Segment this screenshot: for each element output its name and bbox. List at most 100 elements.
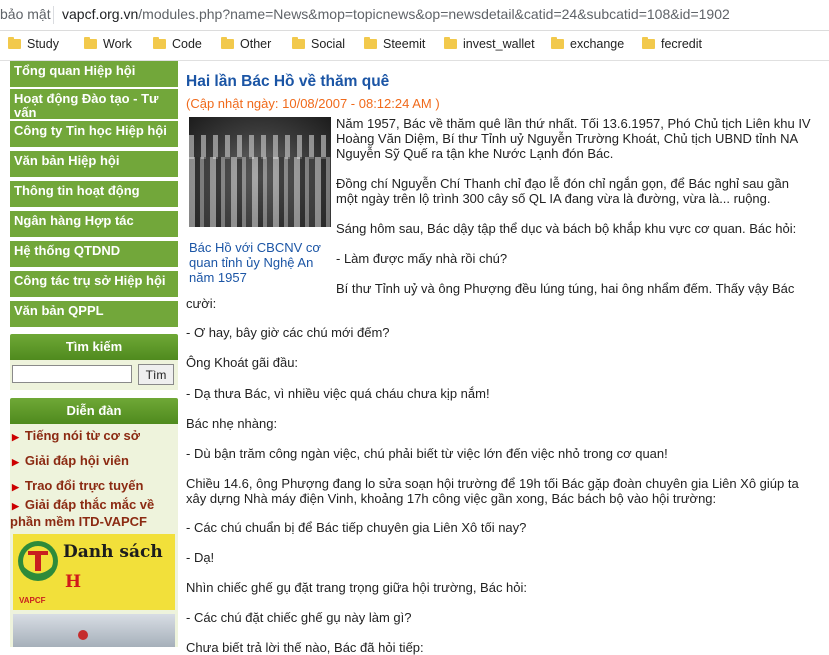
menu-item-label: Văn bản Hiệp hội xyxy=(14,153,120,168)
address-bar[interactable]: bảo mật vapcf.org.vn/modules.php?name=Ne… xyxy=(0,0,829,31)
folder-icon xyxy=(292,37,305,49)
photo-crowd xyxy=(189,157,331,227)
search-button[interactable]: Tìm xyxy=(138,364,174,385)
paragraph-line: Bí thư Tỉnh uỷ và ông Phượng đều lúng tú… xyxy=(336,281,795,296)
paragraph-line: - Các chú đặt chiếc ghế gụ này làm gì? xyxy=(186,610,412,625)
paragraph: cười: xyxy=(186,296,216,311)
url-text[interactable]: vapcf.org.vn/modules.php?name=News&mop=t… xyxy=(62,6,730,22)
paragraph-line: xây dựng Nhà máy điện Vinh, khoảng 17h c… xyxy=(186,491,717,506)
paragraph-line: một ngày trên lộ trình 300 cây số QL IA … xyxy=(336,191,771,206)
paragraph: Bí thư Tỉnh uỷ và ông Phượng đều lúng tú… xyxy=(336,281,794,296)
paragraph-line: Năm 1957, Bác về thăm quê lần thứ nhất. … xyxy=(336,116,811,131)
menu-item-van-ban-hiep-hoi[interactable]: Văn bản Hiệp hội xyxy=(10,151,178,179)
folder-icon xyxy=(8,37,21,49)
bullet-icon: ▶ xyxy=(12,482,19,492)
forum-link-label: Tiếng nói từ cơ sở xyxy=(24,428,140,443)
menu-item-thong-tin[interactable]: Thông tin hoạt động xyxy=(10,181,178,209)
bookmark-label: invest_wallet xyxy=(463,37,535,51)
menu-item-label: Công ty Tin học Hiệp hội xyxy=(14,123,167,138)
paragraph: Năm 1957, Bác về thăm quê lần thứ nhất. … xyxy=(336,116,811,161)
paragraph-line: Ông Khoát gãi đầu: xyxy=(186,355,299,370)
paragraph-line: Nhìn chiếc ghế gụ đặt trang trọng giữa h… xyxy=(186,580,528,595)
forum-link-giai-dap[interactable]: ▶ Giải đáp hội viên xyxy=(12,453,129,470)
menu-item-dao-tao[interactable]: Hoạt động Đào tạo - Tư vấn xyxy=(10,89,178,121)
folder-icon xyxy=(153,37,166,49)
forum-link-label: Giải đáp hội viên xyxy=(24,453,129,468)
search-box-title: Tìm kiếm xyxy=(10,334,178,360)
bookmark-label: Study xyxy=(27,37,59,51)
forum-link-phan-mem[interactable]: ▶ Giải đáp thắc mắc về phần mềm ITD-VAPCF xyxy=(10,497,155,529)
search-box: Tìm xyxy=(10,360,178,390)
caption-line: Bác Hồ với CBCNV cơ xyxy=(189,240,321,255)
paragraph-line: - Dạ! xyxy=(186,550,215,565)
menu-item-qppl[interactable]: Văn bản QPPL xyxy=(10,301,178,329)
folder-icon xyxy=(642,37,655,49)
paragraph-line: - Dạ thưa Bác, vì nhiều việc quá cháu ch… xyxy=(186,386,490,401)
menu-item-cong-ty-tin-hoc[interactable]: Công ty Tin học Hiệp hội xyxy=(10,121,178,149)
bookmark-work[interactable]: Work xyxy=(84,37,132,55)
paragraph-line: - Dù bận trăm công ngàn việc, chú phải b… xyxy=(186,446,668,461)
forum-link-label: Giải đáp thắc mắc về xyxy=(24,497,155,512)
menu-item-ngan-hang[interactable]: Ngân hàng Hợp tác xyxy=(10,211,178,239)
address-divider xyxy=(53,6,54,24)
bullet-icon: ▶ xyxy=(12,501,19,511)
bullet-icon: ▶ xyxy=(12,457,19,467)
bookmark-code[interactable]: Code xyxy=(153,37,202,55)
bookmark-social[interactable]: Social xyxy=(292,37,345,55)
forum-link-trao-doi[interactable]: ▶ Trao đổi trực tuyến xyxy=(12,478,143,495)
menu-item-tru-so[interactable]: Công tác trụ sở Hiệp hội xyxy=(10,271,178,299)
menu-item-label: Công tác trụ sở Hiệp hội xyxy=(14,273,166,288)
paragraph-line: - Các chú chuẩn bị để Bác tiếp chuyên gi… xyxy=(186,520,527,535)
bookmark-exchange[interactable]: exchange xyxy=(551,37,624,55)
bookmarks-bar: Study Work Code Other Social Steemit inv… xyxy=(0,31,829,61)
security-label[interactable]: bảo mật xyxy=(0,6,51,22)
folder-icon xyxy=(551,37,564,49)
paragraph-line: Nguyễn Sỹ Quế ra tận khe Nước Lạnh đón B… xyxy=(336,146,614,161)
folder-icon xyxy=(221,37,234,49)
bookmark-other[interactable]: Other xyxy=(221,37,271,55)
folder-icon xyxy=(84,37,97,49)
caption-line: năm 1957 xyxy=(189,270,247,285)
bookmark-invest-wallet[interactable]: invest_wallet xyxy=(444,37,535,55)
paragraph: - Làm được mấy nhà rồi chú? xyxy=(336,251,507,266)
url-host: vapcf.org.vn xyxy=(62,6,139,22)
paragraph: - Dạ! xyxy=(186,550,214,565)
forum-link-tieng-noi[interactable]: ▶ Tiếng nói từ cơ sở xyxy=(12,428,140,445)
paragraph: Ông Khoát gãi đầu: xyxy=(186,355,298,370)
menu-item-label: Ngân hàng Hợp tác xyxy=(14,213,134,228)
forum-link-label: phần mềm ITD-VAPCF xyxy=(10,514,147,529)
bookmark-label: Other xyxy=(240,37,272,51)
menu-item-tong-quan[interactable]: Tổng quan Hiệp hội xyxy=(10,61,178,89)
sidebar-photo xyxy=(13,614,175,647)
menu-item-label: Văn bản QPPL xyxy=(14,303,104,318)
photo-people xyxy=(189,135,331,159)
paragraph: - Dù bận trăm công ngàn việc, chú phải b… xyxy=(186,446,668,461)
bookmark-label: Work xyxy=(103,37,132,51)
article-title: Hai lần Bác Hồ về thăm quê xyxy=(186,73,390,90)
banner-line1: Danh sách xyxy=(63,542,163,562)
bookmark-label: exchange xyxy=(570,37,625,51)
danh-sach-banner[interactable]: Danh sách H VAPCF xyxy=(13,534,175,610)
paragraph-line: Chưa biết trả lời thế nào, Bác đã hỏi ti… xyxy=(186,640,424,655)
bookmark-label: Code xyxy=(172,37,202,51)
forum-link-label: Trao đổi trực tuyến xyxy=(24,478,144,493)
paragraph: Chiều 14.6, ông Phượng đang lo sửa soạn … xyxy=(186,476,799,506)
paragraph: Đồng chí Nguyễn Chí Thanh chỉ đạo lễ đón… xyxy=(336,176,789,206)
vapcf-logo-icon xyxy=(18,541,58,581)
bookmark-study[interactable]: Study xyxy=(8,37,59,55)
folder-icon xyxy=(364,37,377,49)
search-input[interactable] xyxy=(12,365,132,383)
paragraph-line: cười: xyxy=(186,296,217,311)
bookmark-fecredit[interactable]: fecredit xyxy=(642,37,702,55)
paragraph-line: Chiều 14.6, ông Phượng đang lo sửa soạn … xyxy=(186,476,799,491)
menu-item-label: Thông tin hoạt động xyxy=(14,183,140,198)
article-content: Hai lần Bác Hồ về thăm quê (Cập nhật ngà… xyxy=(186,61,826,655)
paragraph-line: - Làm được mấy nhà rồi chú? xyxy=(336,251,508,266)
menu-item-qtdnd[interactable]: Hệ thống QTDND xyxy=(10,241,178,269)
paragraph: - Dạ thưa Bác, vì nhiều việc quá cháu ch… xyxy=(186,386,490,401)
caption-line: quan tỉnh ủy Nghệ An xyxy=(189,255,314,270)
banner-line2: H xyxy=(65,572,82,592)
paragraph: Nhìn chiếc ghế gụ đặt trang trọng giữa h… xyxy=(186,580,527,595)
paragraph: Chưa biết trả lời thế nào, Bác đã hỏi ti… xyxy=(186,640,424,655)
bookmark-steemit[interactable]: Steemit xyxy=(364,37,425,55)
